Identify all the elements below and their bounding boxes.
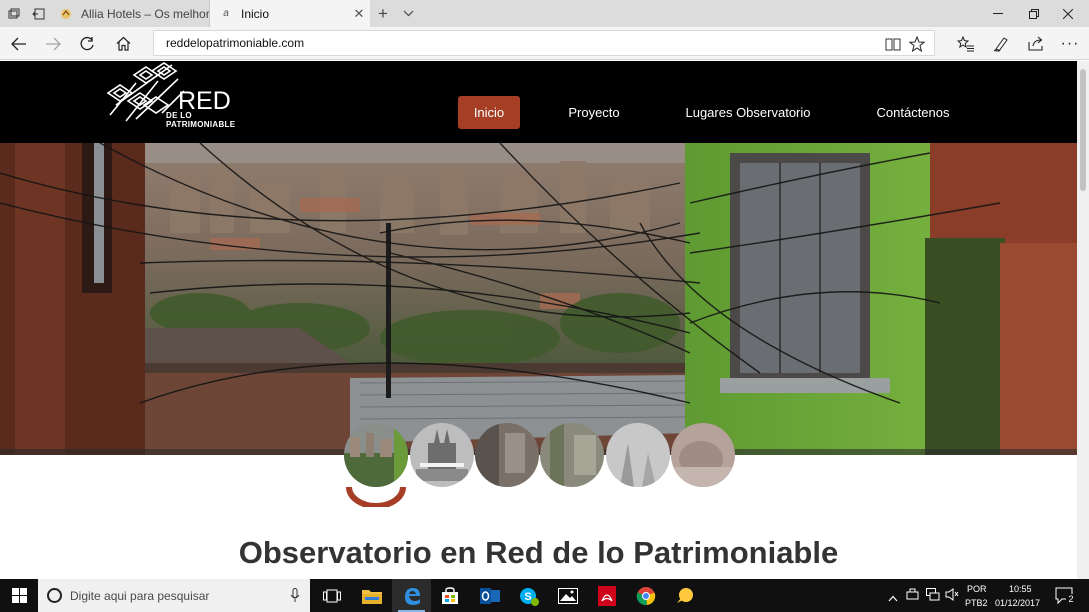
set-tabs-aside-icon[interactable] (26, 0, 50, 27)
home-icon[interactable] (106, 27, 140, 60)
slider-active-indicator (346, 486, 406, 507)
slider-thumb-2[interactable] (410, 423, 474, 487)
tab-label: Inicio (241, 6, 270, 21)
site-header: RED DE LO PATRIMONIABLE Inicio Proyecto … (0, 61, 1077, 143)
tab-inicio[interactable]: a Inicio ✕ (210, 0, 370, 27)
volume-muted-icon[interactable] (945, 588, 959, 606)
clock-date[interactable]: 01/12/2017 (995, 598, 1040, 608)
page-heading: Observatorio en Red de lo Patrimoniable (238, 535, 839, 570)
taskbar-search-box[interactable]: Digite aqui para pesquisar (38, 579, 310, 612)
outlook-icon[interactable] (470, 579, 509, 612)
tab-list-chevron-icon[interactable] (396, 0, 420, 27)
windows-taskbar: Digite aqui para pesquisar S POR PTB2 10… (0, 579, 1089, 612)
site-logo[interactable]: RED DE LO PATRIMONIABLE (106, 61, 256, 129)
more-options-icon[interactable]: ··· (1053, 27, 1087, 60)
menu-item-proyecto[interactable]: Proyecto (548, 96, 640, 129)
favorite-star-icon[interactable] (908, 35, 926, 53)
close-tab-icon[interactable]: ✕ (348, 6, 370, 22)
clock-time[interactable]: 10:55 (1009, 584, 1032, 594)
edge-browser-icon[interactable] (392, 579, 431, 612)
browser-tab-bar: Allia Hotels – Os melhores h a Inicio ✕ … (0, 0, 1089, 27)
start-windows-icon[interactable] (0, 579, 38, 612)
page-viewport: RED DE LO PATRIMONIABLE Inicio Proyecto … (0, 61, 1077, 579)
svg-text:S: S (524, 591, 531, 603)
input-language[interactable]: POR (967, 584, 987, 594)
vertical-scrollbar[interactable] (1077, 61, 1089, 579)
hero-slide-image (0, 143, 1077, 455)
tab-allia-hotels[interactable]: Allia Hotels – Os melhores h (50, 0, 210, 27)
power-battery-icon[interactable] (906, 588, 920, 606)
sticky-notes-icon[interactable] (665, 579, 704, 612)
back-icon[interactable] (2, 27, 36, 60)
tab-label: Allia Hotels – Os melhores h (81, 6, 209, 21)
hero-cityscape-illustration (0, 143, 1077, 455)
forward-icon[interactable] (36, 27, 70, 60)
action-center-icon[interactable]: 2 (1055, 587, 1076, 605)
acrobat-pdf-icon[interactable] (587, 579, 626, 612)
store-icon[interactable] (430, 579, 469, 612)
notification-count: 2 (1066, 594, 1076, 605)
search-placeholder: Digite aqui para pesquisar (70, 589, 210, 603)
share-icon[interactable] (1019, 27, 1053, 60)
network-icon[interactable] (926, 588, 940, 606)
scrollbar-thumb[interactable] (1080, 69, 1086, 191)
page-favicon-icon: a (223, 8, 229, 19)
cortana-circle-icon (47, 588, 62, 603)
menu-item-contactenos[interactable]: Contáctenos (862, 96, 964, 129)
slider-thumb-3[interactable] (475, 423, 539, 487)
microphone-icon[interactable] (290, 588, 300, 603)
logo-subtitle: DE LO PATRIMONIABLE (166, 111, 236, 129)
refresh-icon[interactable] (70, 27, 104, 60)
file-explorer-icon[interactable] (352, 579, 391, 612)
reading-view-icon[interactable] (884, 35, 902, 53)
menu-item-lugares-observatorio[interactable]: Lugares Observatorio (666, 96, 830, 129)
chrome-icon[interactable] (626, 579, 665, 612)
slider-thumb-6[interactable] (671, 423, 735, 487)
url-text[interactable]: reddelopatrimoniable.com (166, 36, 304, 50)
close-window-icon[interactable] (1045, 0, 1089, 27)
photos-icon[interactable] (548, 579, 587, 612)
menu-item-inicio[interactable]: Inicio (458, 96, 520, 129)
slider-thumb-5[interactable] (606, 423, 670, 487)
show-hidden-icons-chevron-icon[interactable] (888, 589, 898, 607)
new-tab-button[interactable]: + (371, 0, 395, 27)
allia-favicon-icon (59, 7, 73, 21)
browser-toolbar: reddelopatrimoniable.com ··· (0, 27, 1089, 60)
address-bar[interactable]: reddelopatrimoniable.com (153, 30, 935, 56)
web-note-pen-icon[interactable] (984, 27, 1018, 60)
keyboard-layout[interactable]: PTB2 (965, 598, 988, 608)
task-view-icon[interactable] (312, 579, 351, 612)
skype-icon[interactable]: S (509, 579, 548, 612)
hub-favorites-icon[interactable] (949, 27, 983, 60)
slider-thumb-4[interactable] (540, 423, 604, 487)
tab-manager-icon[interactable] (2, 0, 26, 27)
